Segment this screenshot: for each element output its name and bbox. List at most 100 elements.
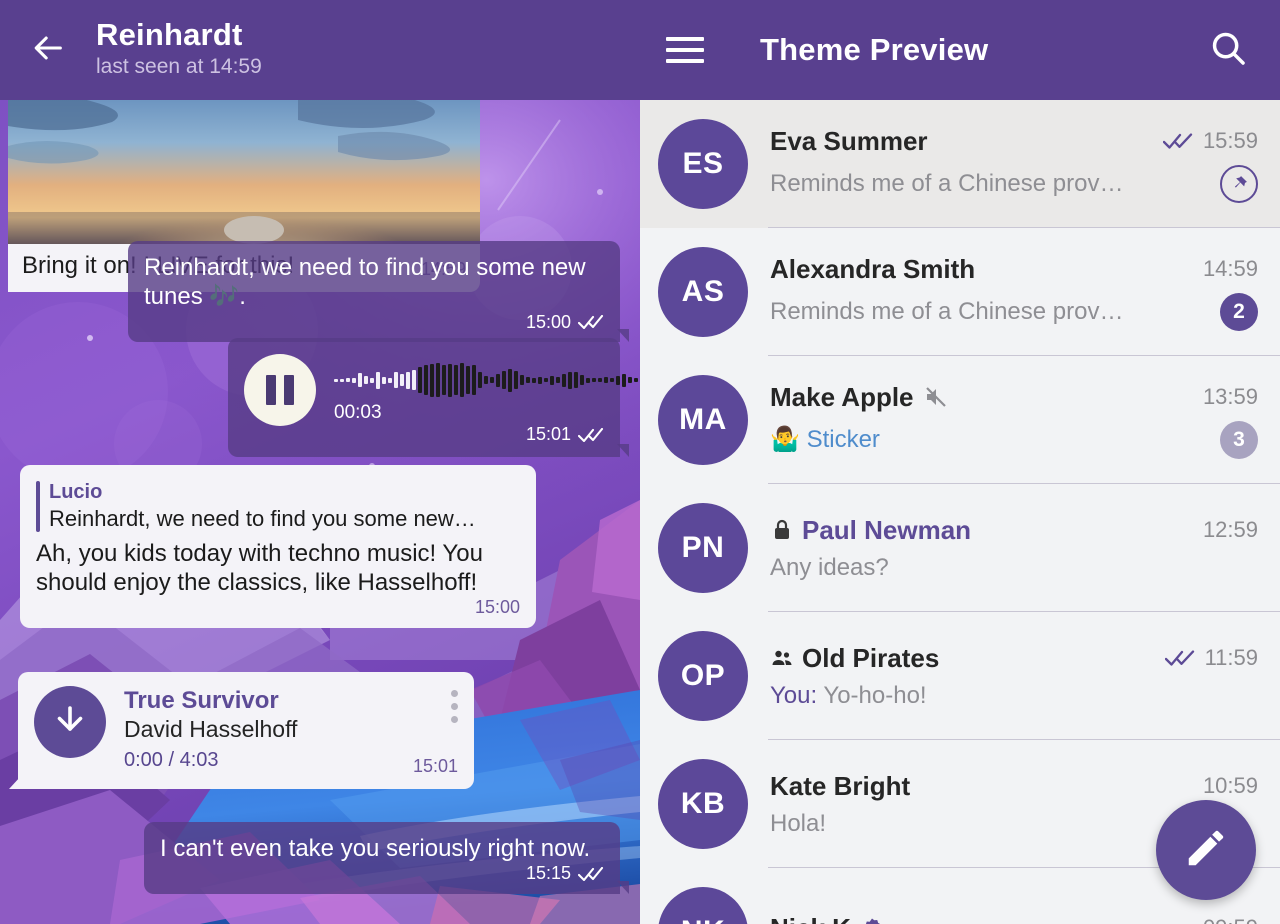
chat-title: Reinhardt xyxy=(96,16,243,52)
message-meta: 15:15 xyxy=(160,863,604,884)
chat-item-status-time: 13:59 xyxy=(1189,384,1258,410)
waveform-bar xyxy=(598,378,602,382)
chat-item-preview: Reminds me of a Chinese prov… xyxy=(770,169,1124,197)
pencil-icon xyxy=(1183,825,1229,876)
chat-item-name: Nick K xyxy=(770,913,851,924)
voice-right: 00:03 xyxy=(334,354,640,424)
chat-item-time: 13:59 xyxy=(1202,384,1258,409)
kebab-menu-icon[interactable] xyxy=(451,686,458,723)
voice-waveform[interactable] xyxy=(334,360,640,400)
photo-attachment[interactable] xyxy=(8,80,480,244)
chat-item-bottom-row: Reminds me of a Chinese prov… xyxy=(770,164,1258,203)
hamburger-menu-icon[interactable] xyxy=(666,25,716,75)
chat-item-body: Paul Newman 12:59 Any ideas? xyxy=(770,515,1258,582)
avatar[interactable]: ES xyxy=(658,119,748,209)
waveform-bar xyxy=(616,375,620,385)
waveform-bar xyxy=(490,377,494,383)
chat-item-top-row: Make Apple 13:59 xyxy=(770,382,1258,413)
chat-item-top-row: Nick K 09:59 xyxy=(770,913,1258,924)
waveform-bar xyxy=(478,372,482,388)
message-bubble-reply[interactable]: Lucio Reinhardt, we need to find you som… xyxy=(20,465,536,629)
chat-subtitle: last seen at 14:59 xyxy=(96,55,262,79)
voice-duration: 00:03 xyxy=(334,402,382,423)
audio-info: True Survivor David Hasselhoff 0:00 / 4:… xyxy=(124,686,433,774)
waveform-bar xyxy=(448,363,452,397)
unread-count-badge: 2 xyxy=(1220,292,1258,331)
pin-icon[interactable] xyxy=(1220,164,1258,203)
chat-item-body: Alexandra Smith 14:59 Reminds me of a Chin… xyxy=(770,254,1258,331)
waveform-bar xyxy=(436,363,440,397)
chat-item-time: 15:59 xyxy=(1202,128,1258,153)
read-receipt-double-check-icon xyxy=(577,314,604,330)
app-root: Reinhardt last seen at 14:59 Bring it on… xyxy=(0,0,1280,924)
audio-artist: David Hasselhoff xyxy=(124,716,298,743)
message-time: 15:00 xyxy=(474,597,520,618)
chat-item-time: 09:59 xyxy=(1203,915,1258,924)
waveform-bar xyxy=(454,365,458,395)
back-button[interactable] xyxy=(18,19,80,81)
waveform-bar xyxy=(430,363,434,397)
chat-list-item[interactable]: AS Alexandra Smith 14:59 Reminds me of a Ch… xyxy=(640,228,1280,356)
compose-fab-button[interactable] xyxy=(1156,800,1256,900)
waveform-bar xyxy=(496,373,500,387)
chat-item-status-time: 10:59 xyxy=(1189,773,1258,799)
chat-item-preview: Any ideas? xyxy=(770,553,889,581)
download-arrow-icon xyxy=(52,702,88,743)
waveform-bar xyxy=(634,378,638,382)
search-button[interactable] xyxy=(1202,24,1254,76)
chat-item-status-time: 12:59 xyxy=(1189,517,1258,543)
search-icon xyxy=(1209,29,1247,72)
waveform-bar xyxy=(532,377,536,383)
waveform-bar xyxy=(334,378,338,382)
chat-item-time: 14:59 xyxy=(1202,256,1258,281)
group-icon xyxy=(770,646,794,670)
avatar[interactable]: KB xyxy=(658,759,748,849)
waveform-bar xyxy=(610,378,614,382)
message-meta: 15:01 xyxy=(244,424,604,445)
chat-item-top-row: Eva Summer 15:59 xyxy=(770,126,1258,157)
avatar[interactable]: MA xyxy=(658,375,748,465)
chat-list-item[interactable]: ES Eva Summer 15:59 Reminds me of a Chinese… xyxy=(640,100,1280,228)
chat-item-name: Eva Summer xyxy=(770,125,928,156)
avatar[interactable]: OP xyxy=(658,631,748,721)
message-bubble-outgoing-1[interactable]: Reinhardt, we need to find you some new … xyxy=(128,241,629,342)
message-time: 15:01 xyxy=(412,756,458,777)
chat-item-body: Nick K 09:59 xyxy=(770,913,1258,924)
message-bubble-audio[interactable]: True Survivor David Hasselhoff 0:00 / 4:… xyxy=(9,672,474,790)
back-arrow-icon xyxy=(32,31,66,70)
waveform-bar xyxy=(526,377,530,383)
waveform-bar xyxy=(418,367,422,393)
audio-download-button[interactable] xyxy=(34,686,106,758)
voice-pause-button[interactable] xyxy=(244,354,316,426)
reply-quote[interactable]: Lucio Reinhardt, we need to find you som… xyxy=(36,479,520,534)
chat-list-item[interactable]: MA Make Apple 13:59 🤷‍♂️ Sticker 3 xyxy=(640,356,1280,484)
waveform-bar xyxy=(388,377,392,383)
waveform-bar xyxy=(604,377,608,383)
waveform-bar xyxy=(502,371,506,389)
chat-item-bottom-row: You: Yo-ho-ho! xyxy=(770,682,1258,710)
message-bubble-voice[interactable]: 00:03 15:01 xyxy=(228,338,638,457)
waveform-bar xyxy=(406,371,410,389)
read-receipt-double-check-icon xyxy=(577,427,604,442)
avatar[interactable]: NK xyxy=(658,887,748,924)
read-receipt-double-check-icon xyxy=(1164,650,1195,666)
chat-list-item[interactable]: OP Old Pirates 11:59 You: Yo-ho-ho! xyxy=(640,612,1280,740)
avatar[interactable]: AS xyxy=(658,247,748,337)
avatar[interactable]: PN xyxy=(658,503,748,593)
waveform-bar xyxy=(556,377,560,383)
chat-item-top-row: Alexandra Smith 14:59 xyxy=(770,254,1258,285)
chat-item-status-time: 14:59 xyxy=(1189,256,1258,282)
chat-list-item[interactable]: PN Paul Newman 12:59 Any ideas? xyxy=(640,484,1280,612)
read-receipt-double-check-icon xyxy=(577,866,604,881)
chat-item-name: Old Pirates xyxy=(802,642,940,673)
message-bubble-outgoing-2[interactable]: I can't even take you seriously right no… xyxy=(144,822,629,895)
chat-item-preview: You: Yo-ho-ho! xyxy=(770,681,927,709)
waveform-bar xyxy=(472,365,476,395)
waveform-bar xyxy=(412,370,416,390)
message-text: I can't even take you seriously right no… xyxy=(160,835,591,862)
verified-icon xyxy=(861,917,883,924)
waveform-bar xyxy=(562,373,566,387)
waveform-bar xyxy=(460,363,464,397)
message-text: Reinhardt, we need to find you some new … xyxy=(144,254,586,311)
chat-title-block[interactable]: Reinhardt last seen at 14:59 xyxy=(96,16,262,83)
